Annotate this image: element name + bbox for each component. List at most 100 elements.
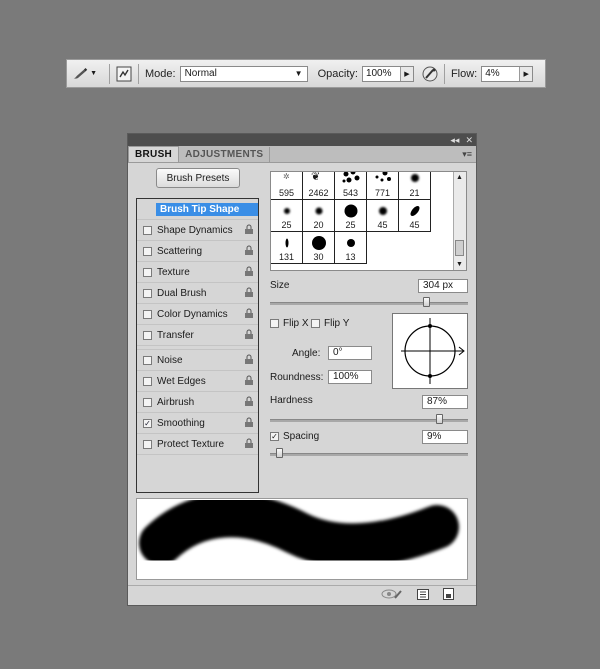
size-slider-thumb[interactable] <box>423 297 430 307</box>
lock-icon[interactable] <box>244 266 254 280</box>
lock-icon[interactable] <box>244 245 254 259</box>
option-color-dynamics[interactable]: Color Dynamics <box>137 304 258 325</box>
option-texture[interactable]: Texture <box>137 262 258 283</box>
lock-icon[interactable] <box>244 354 254 368</box>
brush-tip[interactable]: 30 <box>303 232 335 264</box>
brush-icon[interactable]: ▼ <box>71 65 97 83</box>
lock-icon[interactable] <box>244 329 254 343</box>
brush-tip[interactable]: 45 <box>399 200 431 232</box>
brush-tip[interactable]: 13 <box>335 232 367 264</box>
panel-titlebar[interactable]: ◂◂ ✕ <box>128 134 476 146</box>
brush-tip[interactable]: 131 <box>271 232 303 264</box>
option-checkbox[interactable] <box>143 355 152 365</box>
divider <box>138 63 139 84</box>
spacing-field[interactable]: 9% <box>422 430 468 444</box>
option-checkbox[interactable] <box>143 288 152 298</box>
hardness-slider[interactable] <box>270 414 468 424</box>
option-checkbox[interactable] <box>143 330 152 340</box>
spacing-checkbox[interactable]: ✓ <box>270 432 279 441</box>
new-preset-icon[interactable] <box>443 588 454 603</box>
chevron-right-icon[interactable]: ▶ <box>519 66 533 81</box>
brush-tip[interactable]: 25 <box>335 200 367 232</box>
lock-icon[interactable] <box>244 308 254 322</box>
option-smoothing[interactable]: ✓ Smoothing <box>137 413 258 434</box>
roundness-field[interactable]: 100% <box>328 370 372 384</box>
angle-roundness-widget[interactable] <box>392 313 468 389</box>
size-field[interactable]: 304 px <box>418 279 468 293</box>
angle-field[interactable]: 0° <box>328 346 372 360</box>
mode-label: Mode: <box>145 67 176 80</box>
option-wet-edges[interactable]: Wet Edges <box>137 371 258 392</box>
close-icon[interactable]: ✕ <box>465 135 473 146</box>
option-scattering[interactable]: Scattering <box>137 241 258 262</box>
lock-icon[interactable] <box>244 396 254 410</box>
brush-tip[interactable]: 21 <box>399 172 431 200</box>
flip-y-label: Flip Y <box>324 318 350 329</box>
brush-tip-size: 13 <box>345 252 356 262</box>
brush-grid: ✲ 595 ❦ 2462 543 771 21 25 20 25 45 45 131… <box>271 171 431 264</box>
chevron-up-icon[interactable]: ▲ <box>456 174 463 181</box>
option-dual-brush[interactable]: Dual Brush <box>137 283 258 304</box>
option-airbrush[interactable]: Airbrush <box>137 392 258 413</box>
spacing-slider[interactable] <box>270 448 468 458</box>
option-label: Texture <box>157 266 190 278</box>
lock-icon[interactable] <box>244 417 254 431</box>
option-checkbox[interactable] <box>143 267 152 277</box>
collapse-icon[interactable]: ◂◂ <box>450 135 459 146</box>
size-slider[interactable] <box>270 297 468 307</box>
option-checkbox[interactable] <box>143 439 152 449</box>
chevron-down-icon[interactable]: ▼ <box>456 261 463 268</box>
scrollbar-thumb[interactable] <box>455 240 464 256</box>
splatter-tip-icon <box>342 172 360 183</box>
option-protect-texture[interactable]: Protect Texture <box>137 434 258 455</box>
grid-scrollbar[interactable]: ▲ ▼ <box>453 172 466 270</box>
airbrush-icon[interactable] <box>420 65 440 83</box>
spacing-slider-thumb[interactable] <box>276 448 283 458</box>
option-checkbox[interactable] <box>143 309 152 319</box>
size-label: Size <box>270 280 290 291</box>
brush-tip[interactable]: ✲ 595 <box>271 172 303 200</box>
option-checkbox[interactable] <box>143 397 152 407</box>
leaf-tip-icon: ❦ <box>311 171 321 183</box>
brush-panel: ◂◂ ✕ BRUSH ADJUSTMENTS ▾≡ Brush Presets … <box>127 133 477 606</box>
lock-icon[interactable] <box>244 224 254 238</box>
toggle-brush-panel-icon[interactable] <box>114 65 134 83</box>
lock-icon[interactable] <box>244 438 254 452</box>
flow-field[interactable]: 4% ▶ <box>481 65 534 82</box>
chevron-right-icon[interactable]: ▶ <box>399 66 413 81</box>
panel-menu-icon[interactable]: ▾≡ <box>462 149 472 160</box>
brush-tip-grid[interactable]: ✲ 595 ❦ 2462 543 771 21 25 20 25 45 45 131… <box>270 171 467 271</box>
option-checkbox[interactable] <box>143 246 152 256</box>
option-checkbox[interactable]: ✓ <box>143 418 152 428</box>
visibility-icon[interactable] <box>381 588 403 603</box>
option-checkbox[interactable] <box>143 376 152 386</box>
brush-tip-size: 25 <box>345 220 356 230</box>
tab-adjustments[interactable]: ADJUSTMENTS <box>179 147 271 162</box>
brush-tip[interactable]: 45 <box>367 200 399 232</box>
option-brush-tip-shape[interactable]: Brush Tip Shape <box>137 199 258 220</box>
hard-round-tip <box>344 204 357 218</box>
option-shape-dynamics[interactable]: Shape Dynamics <box>137 220 258 241</box>
flip-y-checkbox[interactable] <box>311 319 320 328</box>
option-transfer[interactable]: Transfer <box>137 325 258 346</box>
tab-brush[interactable]: BRUSH <box>128 146 180 162</box>
option-checkbox[interactable] <box>143 225 152 235</box>
hardness-slider-thumb[interactable] <box>436 414 443 424</box>
spacing-label: Spacing <box>283 431 320 442</box>
grid-icon[interactable] <box>417 588 429 603</box>
hardness-field[interactable]: 87% <box>422 395 468 409</box>
brush-tip[interactable]: 543 <box>335 172 367 200</box>
brush-tip[interactable]: 20 <box>303 200 335 232</box>
option-noise[interactable]: Noise <box>137 350 258 371</box>
soft-round-tip <box>315 207 322 215</box>
lock-icon[interactable] <box>244 287 254 301</box>
brush-tip[interactable]: 771 <box>367 172 399 200</box>
brush-presets-button[interactable]: Brush Presets <box>156 168 240 188</box>
brush-tip[interactable]: 25 <box>271 200 303 232</box>
brush-tip[interactable]: ❦ 2462 <box>303 171 335 200</box>
opacity-field[interactable]: 100% ▶ <box>361 65 414 82</box>
lock-icon[interactable] <box>244 375 254 389</box>
option-label: Protect Texture <box>157 438 225 450</box>
flip-x-checkbox[interactable] <box>270 319 279 328</box>
mode-select[interactable]: Normal ▼ <box>179 65 308 82</box>
